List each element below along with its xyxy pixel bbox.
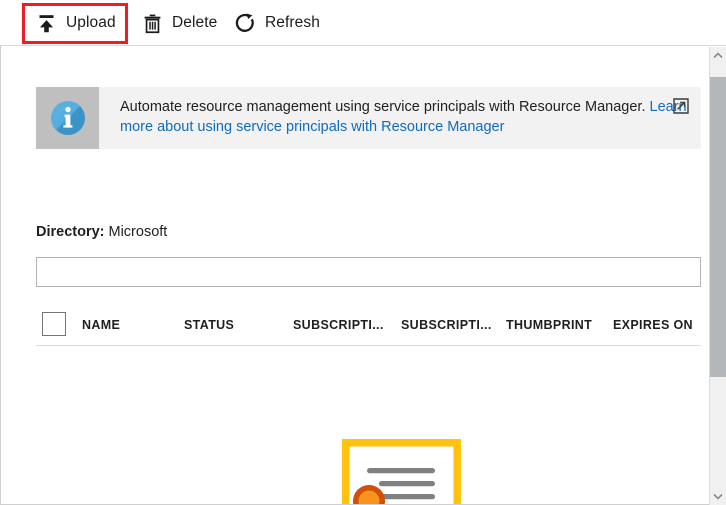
chevron-down-icon	[713, 493, 723, 500]
info-banner-message: Automate resource management using servi…	[120, 99, 650, 115]
directory-value: Microsoft	[109, 224, 168, 240]
column-header-status[interactable]: STATUS	[184, 318, 234, 332]
trash-icon	[142, 13, 163, 34]
vertical-scrollbar[interactable]	[709, 47, 726, 505]
info-icon-container	[36, 87, 99, 149]
scrollbar-thumb[interactable]	[710, 77, 726, 377]
command-toolbar: Upload Delete Refresh	[0, 0, 726, 46]
upload-button-label: Upload	[66, 14, 116, 32]
delete-button-label: Delete	[172, 14, 217, 32]
info-banner-text: Automate resource management using servi…	[99, 87, 701, 149]
certificate-illustration	[342, 439, 461, 505]
upload-icon	[36, 13, 57, 34]
column-header-subscription-1[interactable]: SUBSCRIPTI...	[293, 318, 384, 332]
scroll-down-button[interactable]	[710, 488, 726, 505]
delete-button[interactable]: Delete	[134, 0, 225, 46]
external-link-icon	[671, 96, 691, 116]
upload-button[interactable]: Upload	[28, 0, 124, 46]
directory-label: Directory:	[36, 224, 105, 240]
column-header-thumbprint[interactable]: THUMBPRINT	[506, 318, 592, 332]
select-all-checkbox[interactable]	[42, 312, 66, 336]
column-header-expires-on[interactable]: EXPIRES ON	[613, 318, 693, 332]
refresh-icon	[235, 13, 256, 34]
info-icon	[47, 97, 89, 139]
refresh-button[interactable]: Refresh	[227, 0, 328, 46]
directory-row: Directory:Microsoft	[36, 224, 167, 240]
column-header-subscription-2[interactable]: SUBSCRIPTI...	[401, 318, 492, 332]
info-banner: Automate resource management using servi…	[36, 87, 701, 149]
external-link-button[interactable]	[671, 96, 691, 116]
scroll-up-button[interactable]	[710, 47, 726, 64]
refresh-button-label: Refresh	[265, 14, 320, 32]
certificates-panel: Automate resource management using servi…	[0, 46, 726, 505]
chevron-up-icon	[713, 52, 723, 59]
certificates-table-header: NAME STATUS SUBSCRIPTI... SUBSCRIPTI... …	[36, 310, 701, 346]
column-header-name[interactable]: NAME	[82, 318, 120, 332]
filter-input[interactable]	[36, 257, 701, 287]
